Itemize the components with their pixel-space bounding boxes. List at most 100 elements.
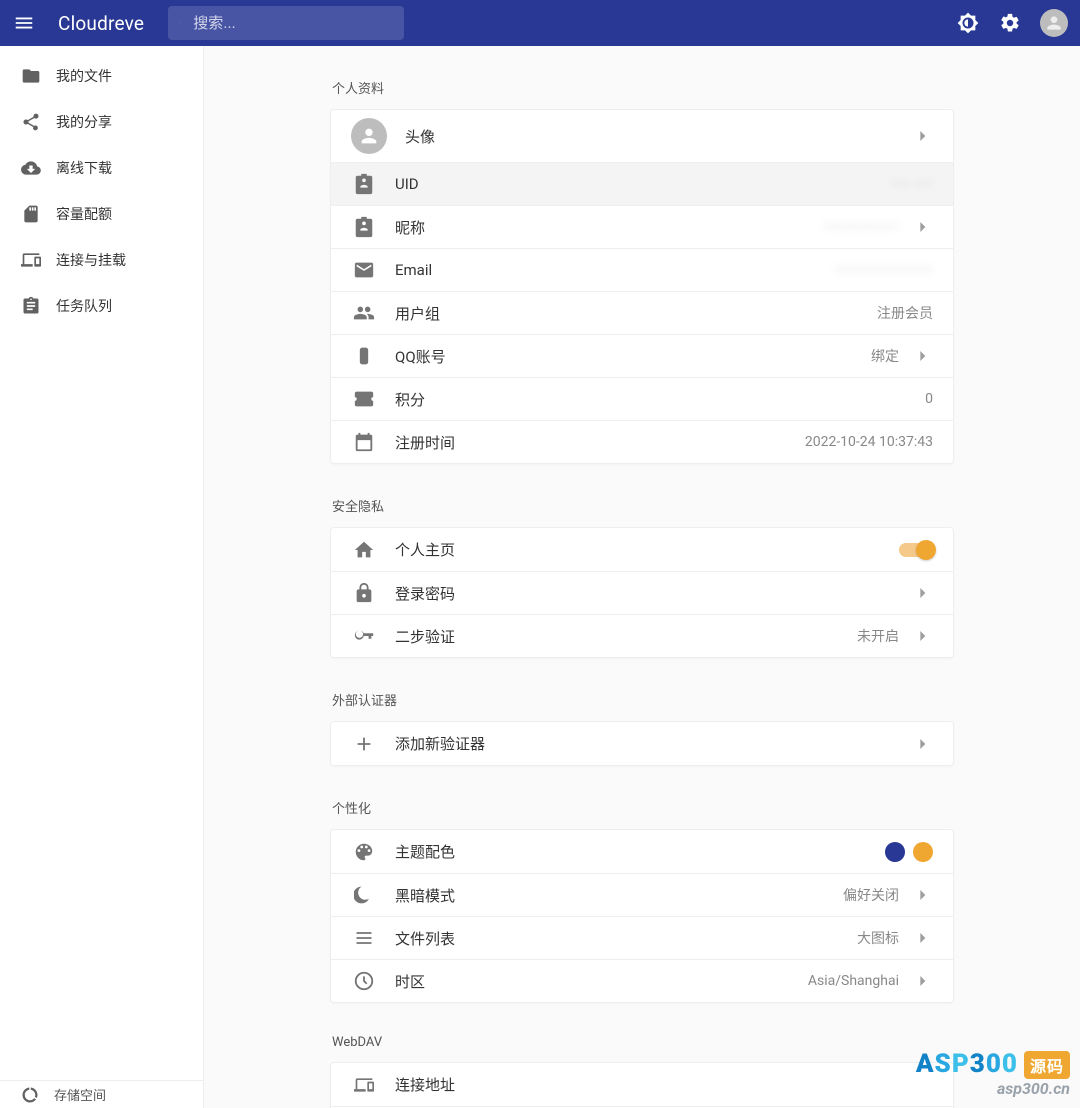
row-value: 2022-10-24 10:37:43 (805, 434, 933, 450)
sidebar: 我的文件 我的分享 离线下载 容量配额 连接与挂载 任务队列 (0, 46, 204, 1108)
row-homepage[interactable]: 个人主页 (331, 528, 953, 571)
gear-icon (999, 12, 1021, 34)
sidebar-item-my-files[interactable]: 我的文件 (0, 54, 203, 98)
row-value: 未开启 (857, 626, 899, 646)
sidebar-storage[interactable]: 存储空间 (0, 1080, 203, 1108)
row-register-time: 注册时间 2022-10-24 10:37:43 (331, 420, 953, 463)
home-icon (351, 537, 377, 563)
chevron-right-icon (911, 970, 933, 992)
theme-color-dot[interactable] (885, 842, 905, 862)
search-box[interactable] (168, 6, 404, 40)
row-value: 偏好关闭 (843, 885, 899, 905)
sidebar-item-quota[interactable]: 容量配额 (0, 192, 203, 236)
card-personalize: 主题配色 黑暗模式 偏好关闭 文件列表 大图标 (330, 829, 954, 1003)
row-label: 昵称 (395, 217, 425, 238)
card-authn: 添加新验证器 (330, 721, 954, 766)
row-label: 登录密码 (395, 583, 455, 604)
row-two-factor[interactable]: 二步验证 未开启 (331, 614, 953, 657)
row-group: 用户组 注册会员 (331, 291, 953, 334)
chevron-right-icon (911, 216, 933, 238)
row-uid: UID ···· ···· (331, 162, 953, 205)
menu-icon (13, 12, 35, 34)
dark-mode-toggle[interactable] (956, 11, 980, 35)
badge-icon (351, 214, 377, 240)
row-value: Asia/Shanghai (808, 973, 899, 989)
share-icon (20, 111, 42, 133)
row-label: 时区 (395, 971, 425, 992)
lock-icon (351, 580, 377, 606)
row-nickname[interactable]: 昵称 ················ (331, 205, 953, 248)
row-label: 个人主页 (395, 539, 455, 560)
email-icon (351, 257, 377, 283)
watch-icon (351, 343, 377, 369)
watermark: ASP300源码 asp300.cn (916, 1049, 1070, 1098)
person-icon (1044, 13, 1064, 33)
row-theme[interactable]: 主题配色 (331, 830, 953, 873)
sidebar-item-tasks[interactable]: 任务队列 (0, 284, 203, 328)
clock-icon (351, 968, 377, 994)
row-label: Email (395, 261, 432, 279)
row-label: 积分 (395, 389, 425, 410)
sidebar-item-label: 离线下载 (56, 158, 112, 178)
row-label: 用户组 (395, 303, 440, 324)
row-label: 注册时间 (395, 432, 455, 453)
row-label: QQ账号 (395, 346, 446, 367)
sidebar-item-label: 我的文件 (56, 66, 112, 86)
search-icon (180, 13, 181, 33)
row-password[interactable]: 登录密码 (331, 571, 953, 614)
row-avatar[interactable]: 头像 (331, 110, 953, 162)
sidebar-item-my-shares[interactable]: 我的分享 (0, 100, 203, 144)
row-email: Email ····················· (331, 248, 953, 291)
ticket-icon (351, 386, 377, 412)
section-title-security: 安全隐私 (332, 496, 954, 515)
badge-icon (351, 171, 377, 197)
watermark-site: asp300.cn (916, 1079, 1070, 1098)
moon-icon (351, 882, 377, 908)
row-value: 绑定 (871, 346, 899, 366)
sidebar-item-label: 我的分享 (56, 112, 112, 132)
plus-icon (351, 731, 377, 757)
section-title-authn: 外部认证器 (332, 690, 954, 709)
sidebar-storage-label: 存储空间 (54, 1085, 106, 1104)
row-add-authenticator[interactable]: 添加新验证器 (331, 722, 953, 765)
devices-icon (20, 249, 42, 271)
row-value: 大图标 (857, 928, 899, 948)
sd-storage-icon (20, 203, 42, 225)
key-icon (351, 623, 377, 649)
cloud-download-icon (20, 157, 42, 179)
row-value: ···· ···· (891, 176, 933, 192)
row-label: UID (395, 175, 419, 193)
sidebar-item-mount[interactable]: 连接与挂载 (0, 238, 203, 282)
avatar-icon (351, 118, 387, 154)
row-value: ················ (824, 219, 899, 235)
chevron-right-icon (911, 345, 933, 367)
chevron-right-icon (911, 582, 933, 604)
menu-button[interactable] (12, 11, 36, 35)
row-dark-mode[interactable]: 黑暗模式 偏好关闭 (331, 873, 953, 916)
chevron-right-icon (911, 927, 933, 949)
toggle-switch[interactable] (899, 543, 933, 557)
row-label: 主题配色 (395, 841, 455, 862)
topbar: Cloudreve (0, 0, 1080, 46)
row-file-list[interactable]: 文件列表 大图标 (331, 916, 953, 959)
chevron-right-icon (911, 125, 933, 147)
row-label: 文件列表 (395, 928, 455, 949)
sidebar-item-offline-download[interactable]: 离线下载 (0, 146, 203, 190)
settings-button[interactable] (998, 11, 1022, 35)
chevron-right-icon (911, 884, 933, 906)
sidebar-item-label: 任务队列 (56, 296, 112, 316)
row-label: 连接地址 (395, 1074, 455, 1095)
app-title: Cloudreve (58, 12, 144, 35)
row-webdav-url[interactable]: 连接地址 (331, 1063, 953, 1106)
row-label: 黑暗模式 (395, 885, 455, 906)
user-avatar-button[interactable] (1040, 9, 1068, 37)
main-content: 个人资料 头像 UID ···· ···· 昵称 (204, 46, 1080, 1108)
sidebar-item-label: 连接与挂载 (56, 250, 126, 270)
card-profile: 头像 UID ···· ···· 昵称 ················ (330, 109, 954, 464)
theme-color-dot[interactable] (913, 842, 933, 862)
row-qq[interactable]: QQ账号 绑定 (331, 334, 953, 377)
list-icon (351, 925, 377, 951)
search-input[interactable] (193, 15, 392, 32)
brightness-icon (957, 12, 979, 34)
row-timezone[interactable]: 时区 Asia/Shanghai (331, 959, 953, 1002)
